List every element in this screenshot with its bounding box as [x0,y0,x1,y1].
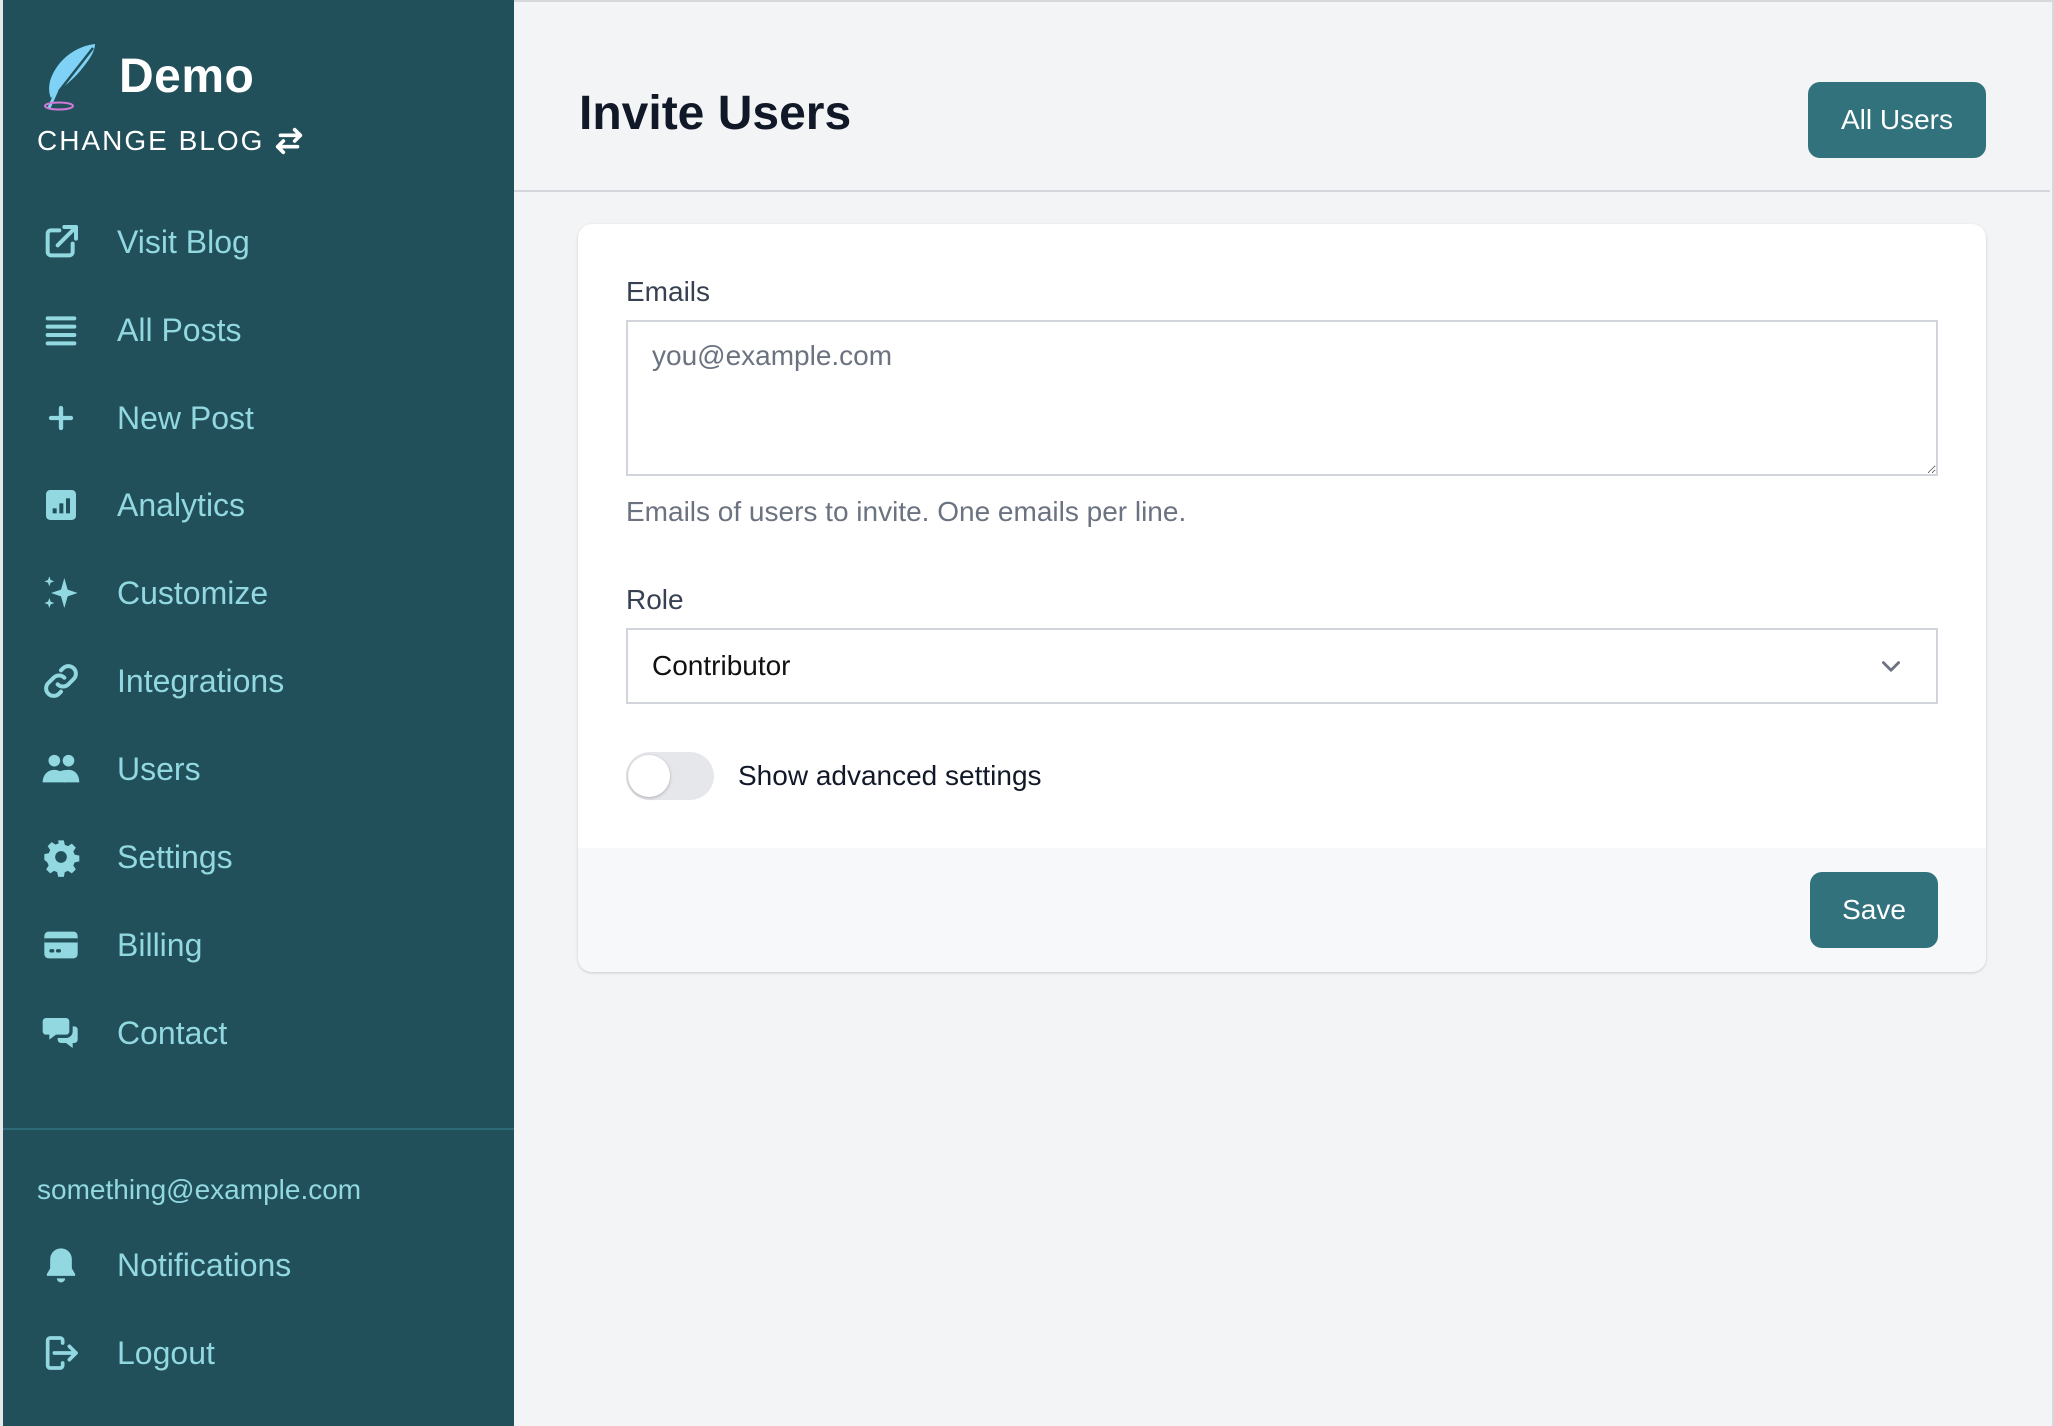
emails-help-text: Emails of users to invite. One emails pe… [626,496,1187,527]
external-link-icon [41,222,81,262]
sidebar-item-customize[interactable]: Customize [3,558,514,628]
sidebar-item-label: All Posts [117,311,242,348]
sparkles-icon [41,573,81,613]
sidebar-item-contact[interactable]: Contact [3,998,514,1068]
emails-label: Emails [626,276,711,307]
sidebar: Demo CHANGE BLOG Visit Blog All Posts Ne… [0,0,514,1426]
switch-arrows-icon [276,127,303,155]
page-header: Invite Users All Users [514,0,2050,192]
bell-icon [41,1245,81,1285]
sidebar-item-label: Billing [117,926,203,963]
feather-logo-icon [44,44,95,111]
save-button[interactable]: Save [1810,872,1938,948]
advanced-settings-label: Show advanced settings [738,760,1042,791]
main-content: Invite Users All Users Emails Emails of … [514,0,2054,1426]
sidebar-item-integrations[interactable]: Integrations [3,646,514,716]
sidebar-item-label: Contact [117,1014,228,1051]
change-blog-label: CHANGE BLOG [37,125,265,156]
users-icon [41,749,81,789]
sidebar-item-label: Logout [117,1334,215,1371]
brand-name: Demo [119,49,255,103]
brand[interactable]: Demo [37,40,254,112]
link-icon [41,661,81,701]
sidebar-item-notifications[interactable]: Notifications [3,1230,514,1300]
invite-form-card: Emails Emails of users to invite. One em… [578,224,1986,972]
sidebar-item-label: Users [117,750,201,787]
sidebar-item-label: Visit Blog [117,223,250,260]
role-label: Role [626,584,684,615]
toggle-knob [628,755,670,797]
advanced-settings-toggle[interactable] [626,752,714,800]
sidebar-item-settings[interactable]: Settings [3,822,514,892]
sidebar-item-label: Customize [117,574,269,611]
sidebar-item-label: Analytics [117,486,246,523]
credit-card-icon [41,925,81,965]
sidebar-item-all-posts[interactable]: All Posts [3,295,514,365]
logout-icon [41,1333,81,1373]
sidebar-item-users[interactable]: Users [3,734,514,804]
card-footer: Save [578,848,1986,972]
change-blog-button[interactable]: CHANGE BLOG [37,124,306,158]
role-selected-value: Contributor [652,650,791,681]
user-email: something@example.com [37,1174,362,1205]
chat-icon [41,1013,81,1053]
chart-icon [41,485,81,525]
sidebar-item-label: Settings [117,838,233,875]
sidebar-item-logout[interactable]: Logout [3,1318,514,1388]
sidebar-item-billing[interactable]: Billing [3,910,514,980]
role-select[interactable]: Contributor [626,628,1938,704]
all-users-button[interactable]: All Users [1808,82,1986,158]
sidebar-item-label: New Post [117,399,254,436]
emails-input[interactable] [626,320,1938,476]
chevron-down-icon [1882,661,1900,672]
gear-icon [41,837,81,877]
list-icon [41,310,81,350]
sidebar-item-visit-blog[interactable]: Visit Blog [3,207,514,277]
sidebar-item-analytics[interactable]: Analytics [3,470,514,540]
plus-icon [41,398,81,438]
sidebar-item-new-post[interactable]: New Post [3,383,514,453]
sidebar-item-label: Notifications [117,1246,292,1283]
sidebar-item-label: Integrations [117,662,285,699]
sidebar-divider [3,1128,514,1130]
page-title: Invite Users [579,87,852,140]
